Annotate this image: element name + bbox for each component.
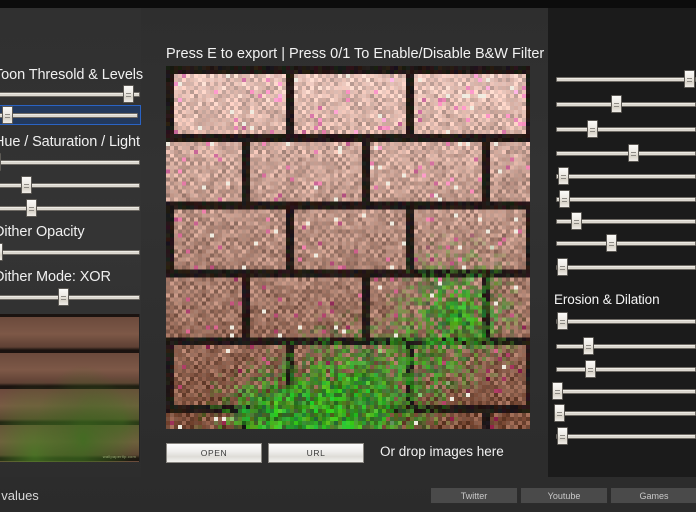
export-hint-text: Press E to export | Press 0/1 To Enable/… <box>166 46 545 62</box>
right-controls-panel: Erosion & Dilation <box>548 8 696 477</box>
slider-handle[interactable] <box>570 212 582 230</box>
slider-track <box>0 113 138 118</box>
thumbnail-watermark: wallpapertip.com <box>102 454 136 459</box>
social-button-twitter[interactable]: Twitter <box>430 487 518 504</box>
slider-track <box>556 389 696 394</box>
slider-track <box>556 77 696 82</box>
dither-mode-slider[interactable] <box>0 288 140 306</box>
slider-track <box>556 174 696 179</box>
pixelated-preview-image[interactable] <box>166 66 530 429</box>
slider-track <box>556 319 696 324</box>
slider-track <box>556 265 696 270</box>
slider-handle[interactable] <box>57 288 69 306</box>
slider-handle[interactable] <box>21 176 33 194</box>
slider-track <box>0 92 140 97</box>
right-slider-3[interactable] <box>556 120 696 138</box>
right-slider-2[interactable] <box>556 95 696 113</box>
slider-handle[interactable] <box>587 120 599 138</box>
slider-handle[interactable] <box>25 199 37 217</box>
slider-track <box>0 206 140 211</box>
right-slider-4[interactable] <box>556 144 696 162</box>
toon-threshold-slider[interactable] <box>0 85 140 103</box>
slider-handle[interactable] <box>628 144 639 162</box>
right-slider-7[interactable] <box>556 212 696 230</box>
erosion-slider-1[interactable] <box>556 312 696 330</box>
social-links-row: Twitter Youtube Games <box>430 487 696 504</box>
erosion-slider-4[interactable] <box>552 382 696 400</box>
reset-values-label[interactable]: t values <box>0 488 39 503</box>
slider-track <box>0 250 140 255</box>
group-label: Toon Thresold & Levels <box>0 67 144 83</box>
right-slider-6[interactable] <box>556 190 696 208</box>
right-slider-8[interactable] <box>556 234 696 252</box>
slider-handle[interactable] <box>684 70 695 88</box>
slider-handle[interactable] <box>556 312 568 330</box>
slider-handle[interactable] <box>552 382 564 400</box>
social-button-games[interactable]: Games <box>610 487 696 504</box>
saturation-slider[interactable] <box>0 176 140 194</box>
erosion-slider-2[interactable] <box>556 337 696 355</box>
group-label: Erosion & Dilation <box>554 292 660 307</box>
slider-handle[interactable] <box>553 404 565 422</box>
top-bar <box>0 0 696 8</box>
slider-handle[interactable] <box>583 337 595 355</box>
slider-track <box>556 127 696 132</box>
slider-track <box>0 160 140 165</box>
slider-handle[interactable] <box>558 167 569 185</box>
url-button[interactable]: URL <box>268 443 364 463</box>
slider-handle[interactable] <box>0 153 2 171</box>
slider-track <box>556 411 696 416</box>
slider-track <box>556 151 696 156</box>
social-button-youtube[interactable]: Youtube <box>520 487 608 504</box>
group-label: Hue / Saturation / Light <box>0 134 140 150</box>
group-label: Dither Opacity <box>0 224 85 240</box>
slider-handle[interactable] <box>556 258 568 276</box>
slider-track <box>556 102 696 107</box>
right-slider-5[interactable] <box>556 167 696 185</box>
slider-track <box>556 197 696 202</box>
slider-track <box>556 434 696 439</box>
slider-track <box>0 295 140 300</box>
right-slider-9[interactable] <box>556 258 696 276</box>
app-root: Toon Thresold & Levels Hue / Saturation /… <box>0 0 696 512</box>
right-slider-1[interactable] <box>556 70 696 88</box>
slider-handle[interactable] <box>0 243 3 261</box>
slider-track <box>556 367 696 372</box>
group-label: Dither Mode: XOR <box>0 269 111 285</box>
hue-slider[interactable] <box>0 153 140 171</box>
toon-levels-slider[interactable] <box>0 105 141 125</box>
slider-handle[interactable] <box>559 190 571 208</box>
open-button[interactable]: OPEN <box>166 443 262 463</box>
erosion-slider-5[interactable] <box>553 404 696 422</box>
slider-handle[interactable] <box>2 106 14 124</box>
drop-images-text: Or drop images here <box>380 444 504 459</box>
slider-track <box>556 241 696 246</box>
slider-track <box>556 344 696 349</box>
light-slider[interactable] <box>0 199 140 217</box>
slider-handle[interactable] <box>123 85 135 103</box>
slider-handle[interactable] <box>584 360 596 378</box>
erosion-slider-6[interactable] <box>556 427 696 445</box>
source-image-thumbnail[interactable]: wallpapertip.com <box>0 314 140 462</box>
left-controls-panel: Toon Thresold & Levels Hue / Saturation /… <box>0 8 144 477</box>
slider-handle[interactable] <box>611 95 623 113</box>
slider-handle[interactable] <box>556 427 568 445</box>
erosion-slider-3[interactable] <box>556 360 696 378</box>
dither-opacity-slider[interactable] <box>0 243 140 261</box>
slider-handle[interactable] <box>605 234 617 252</box>
